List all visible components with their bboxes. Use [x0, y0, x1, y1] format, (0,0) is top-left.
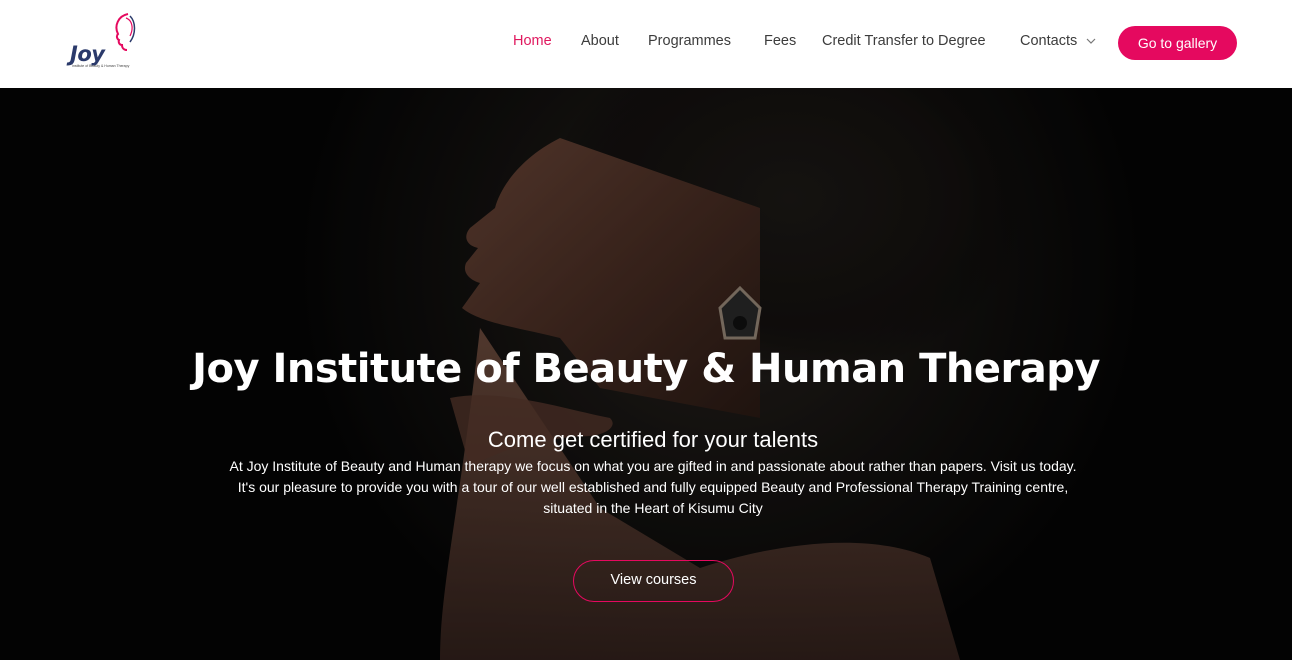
main-nav: Home About Programmes Fees Credit Transf… [0, 0, 1292, 88]
nav-fees[interactable]: Fees [764, 33, 796, 49]
hero-description-line: At Joy Institute of Beauty and Human the… [229, 458, 1077, 474]
nav-programmes[interactable]: Programmes [648, 33, 731, 49]
chevron-down-icon [1086, 38, 1096, 45]
go-to-gallery-button[interactable]: Go to gallery [1118, 26, 1237, 60]
nav-home[interactable]: Home [513, 33, 552, 49]
hero-title: Joy Institute of Beauty & Human Therapy [192, 346, 1100, 392]
view-courses-button[interactable]: View courses [573, 560, 734, 602]
nav-credit-transfer[interactable]: Credit Transfer to Degree [822, 33, 986, 49]
hero-description-line: situated in the Heart of Kisumu City [543, 500, 763, 516]
hero-section: Joy Institute of Beauty & Human Therapy … [0, 88, 1292, 660]
nav-contacts-label: Contacts [1020, 33, 1078, 49]
nav-contacts[interactable]: Contacts [1020, 33, 1096, 49]
hero-subtitle: Come get certified for your talents [487, 427, 819, 452]
hero-description-line: It's our pleasure to provide you with a … [237, 479, 1069, 495]
nav-about[interactable]: About [581, 33, 619, 49]
hero-description: At Joy Institute of Beauty and Human the… [186, 456, 1120, 519]
site-header: Joy Institute of Beauty & Human Therapy … [0, 0, 1292, 88]
